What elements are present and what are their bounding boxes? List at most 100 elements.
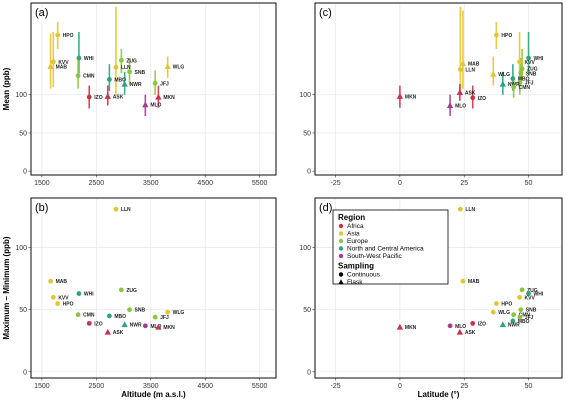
point-label-hpo: HPO — [63, 33, 74, 39]
point-mbo — [107, 313, 112, 319]
point-label-zug: ZUG — [126, 58, 137, 64]
x-tick-label: -25 — [331, 180, 341, 187]
point-label-izo: IZO — [478, 96, 486, 102]
x-tick-label: 3500 — [143, 180, 159, 187]
point-label-whi: WHI — [84, 292, 94, 298]
point-whi — [76, 291, 82, 296]
y-tick-label: 50 — [303, 130, 311, 137]
panel-label: (b) — [35, 202, 48, 214]
point-label-mlo: MLO — [455, 103, 466, 109]
point-label-cmn: CMN — [83, 74, 95, 80]
point-lln — [113, 206, 119, 212]
point-label-hpo: HPO — [63, 302, 74, 308]
point-label-cmn: CMN — [83, 313, 95, 319]
y-tick-label: 50 — [19, 130, 27, 137]
point-label-mkn: MKN — [405, 94, 417, 100]
point-izo — [86, 94, 92, 100]
point-izo — [470, 95, 476, 101]
point-hpo — [55, 32, 61, 38]
point-label-snb: SNB — [135, 70, 146, 76]
x-tick-label: 25 — [460, 383, 468, 390]
x-tick-label: 2500 — [89, 383, 105, 390]
point-snb — [127, 307, 132, 313]
point-label-whi: WHI — [534, 56, 544, 62]
point-label-mbo: MBO — [114, 314, 126, 320]
point-label-ask: ASK — [465, 90, 476, 96]
point-label-kvv: KVV — [525, 295, 536, 301]
point-hpo — [55, 301, 61, 306]
point-mbo — [107, 77, 112, 82]
point-label-hpo: HPO — [501, 33, 512, 39]
point-mbo — [510, 76, 516, 82]
legend-swatch-europe — [338, 238, 344, 244]
y-tick-label: 50 — [303, 307, 311, 314]
point-label-mkn: MKN — [405, 325, 417, 331]
point-label-nwr: NWR — [130, 82, 142, 88]
point-hpo — [493, 32, 499, 38]
point-mab — [48, 278, 53, 284]
point-jfj — [152, 314, 158, 320]
point-label-mlo: MLO — [455, 324, 466, 330]
point-cmn — [75, 73, 81, 79]
point-hpo — [493, 301, 499, 306]
point-label-nwr: NWR — [130, 323, 142, 329]
legend-item-flask: Flask — [347, 279, 363, 286]
panel-label: (c) — [319, 7, 332, 19]
x-tick-label: 2500 — [89, 180, 105, 187]
point-label-wlg: WLG — [173, 64, 185, 70]
point-label-mab: MAB — [468, 279, 480, 285]
x-tick-label: 0 — [398, 180, 402, 187]
legend-swatch-asia — [338, 231, 344, 236]
y-tick-label: 50 — [19, 307, 27, 314]
point-kvv — [517, 59, 522, 65]
point-cmn — [75, 312, 81, 318]
point-label-lln: LLN — [121, 207, 131, 213]
point-snb — [518, 307, 524, 313]
y-tick-label: 100 — [15, 245, 27, 252]
legend-item-europe: Europe — [347, 238, 368, 245]
point-label-ask: ASK — [113, 94, 124, 100]
plot-area — [30, 2, 277, 176]
point-snb — [518, 70, 524, 76]
point-label-ask: ASK — [113, 330, 124, 336]
panel-a: 1500 2500 3500 4500 5500 0 50 100 (a) Mean (ppb) H… — [2, 2, 277, 187]
legend-swatch-north-and-central-america — [338, 246, 344, 251]
legend-swatch-africa — [338, 223, 344, 229]
legend-item-africa: Africa — [347, 223, 364, 230]
x-tick-label: 1500 — [34, 383, 50, 390]
y-axis-title: Mean (ppb) — [2, 67, 11, 110]
legend: RegionAfricaAsiaEuropeNorth and Central … — [332, 209, 449, 286]
legend-item-north-and-central-america: North and Central America — [347, 246, 424, 253]
point-label-wlg: WLG — [498, 310, 510, 316]
point-label-cmn: CMN — [519, 85, 531, 91]
y-tick-label: 0 — [307, 369, 311, 376]
point-label-mab: MAB — [56, 279, 68, 285]
x-tick-label: 3500 — [143, 383, 159, 390]
point-label-hpo: HPO — [501, 302, 512, 308]
point-snb — [127, 69, 132, 75]
point-zug — [118, 57, 124, 63]
point-label-wlg: WLG — [173, 310, 185, 316]
point-cmn — [511, 84, 517, 90]
point-label-wlg: WLG — [498, 72, 510, 78]
x-tick-label: -25 — [331, 383, 341, 390]
point-lln — [457, 206, 463, 212]
panel-b: 1500 2500 3500 4500 5500 0 50 100 (b) Maximum – M… — [2, 197, 277, 399]
point-mlo — [142, 323, 148, 329]
point-label-snb: SNB — [135, 308, 146, 314]
y-tick-label: 0 — [307, 169, 311, 176]
x-tick-label: 5500 — [252, 383, 268, 390]
point-zug — [519, 66, 525, 72]
point-label-mlo: MLO — [150, 103, 161, 109]
x-tick-label: 4500 — [197, 383, 213, 390]
point-label-mab: MAB — [468, 61, 480, 67]
point-label-nwr: NWR — [508, 323, 520, 329]
point-izo — [470, 320, 476, 326]
legend-item-continuous: Continuous — [347, 272, 381, 279]
point-zug — [519, 287, 525, 293]
point-jfj — [152, 80, 158, 86]
point-label-lln: LLN — [465, 207, 475, 213]
legend-swatch-continuous — [338, 272, 344, 277]
point-label-zug: ZUG — [126, 288, 137, 294]
point-lln — [457, 67, 463, 72]
